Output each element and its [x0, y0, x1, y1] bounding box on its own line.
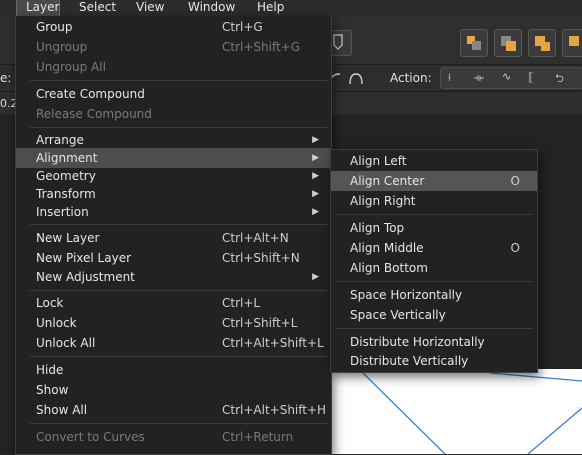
action-label: Action: — [390, 71, 432, 85]
menu-item-new-adjustment[interactable]: New Adjustment ▶ — [16, 267, 331, 287]
order-backward-icon[interactable] — [494, 29, 522, 57]
menu-item-show-all[interactable]: Show All Ctrl+Alt+Shift+H — [16, 400, 331, 420]
reverse-curve-icon[interactable]: ⮌ — [555, 70, 564, 89]
menu-window[interactable]: Window — [188, 0, 235, 16]
chevron-right-icon: ▶ — [312, 272, 319, 282]
submenu-item-align-middle[interactable]: Align Middle O — [331, 238, 537, 258]
menu-view[interactable]: View — [136, 0, 164, 16]
break-curve-icon[interactable]: ⟊ — [448, 71, 451, 85]
menu-item-show[interactable]: Show — [16, 380, 331, 400]
chevron-right-icon: ▶ — [312, 171, 319, 181]
submenu-item-space-vertically[interactable]: Space Vertically — [331, 305, 537, 325]
submenu-item-align-top[interactable]: Align Top — [331, 218, 537, 238]
menu-item-release-compound[interactable]: Release Compound — [16, 104, 331, 124]
menu-separator — [335, 214, 533, 215]
menu-separator — [335, 281, 533, 282]
canvas-shape[interactable] — [330, 369, 582, 454]
menu-item-insertion[interactable]: Insertion ▶ — [16, 202, 331, 222]
layer-menu: Group Ctrl+G Ungroup Ctrl+Shift+G Ungrou… — [15, 16, 332, 455]
context-cut-label: e: — [0, 71, 12, 85]
order-front-icon[interactable] — [562, 29, 582, 57]
submenu-item-distribute-horizontally[interactable]: Distribute Horizontally — [331, 332, 537, 352]
submenu-item-align-bottom[interactable]: Align Bottom — [331, 258, 537, 278]
close-curve-icon[interactable]: ⟛ — [474, 71, 484, 85]
submenu-item-align-center[interactable]: Align Center O — [331, 171, 537, 191]
menu-item-new-pixel-layer[interactable]: New Pixel Layer Ctrl+Shift+N — [16, 248, 331, 268]
menu-item-group[interactable]: Group Ctrl+G — [16, 17, 331, 37]
menu-item-unlock[interactable]: Unlock Ctrl+Shift+L — [16, 313, 331, 333]
menu-item-ungroup-all[interactable]: Ungroup All — [16, 57, 331, 77]
menu-item-create-compound[interactable]: Create Compound — [16, 84, 331, 104]
alignment-submenu: Align Left Align Center O Align Right Al… — [330, 149, 538, 373]
action-buttons: ⟊ ⟛ ∿ ⟦ ⮌ — [440, 67, 582, 89]
menu-separator — [30, 80, 327, 81]
join-curve-icon[interactable]: ⟦ — [528, 71, 533, 84]
order-forward-icon[interactable] — [528, 29, 556, 57]
menu-item-hide[interactable]: Hide — [16, 360, 331, 380]
menu-bar: Layer Select View Window Help — [0, 0, 582, 16]
menu-item-lock[interactable]: Lock Ctrl+L — [16, 293, 331, 313]
menu-item-transform[interactable]: Transform ▶ — [16, 184, 331, 204]
menu-separator — [30, 290, 327, 291]
chevron-right-icon: ▶ — [312, 207, 319, 217]
chevron-right-icon: ▶ — [312, 189, 319, 199]
document-canvas[interactable] — [330, 369, 582, 454]
menu-separator — [30, 127, 327, 128]
smooth-curve-icon[interactable]: ∿ — [502, 70, 511, 83]
order-back-icon[interactable] — [460, 29, 488, 57]
menu-item-arrange[interactable]: Arrange ▶ — [16, 130, 331, 150]
submenu-item-space-horizontally[interactable]: Space Horizontally — [331, 285, 537, 305]
submenu-item-align-right[interactable]: Align Right — [331, 191, 537, 211]
menu-item-geometry[interactable]: Geometry ▶ — [16, 166, 331, 186]
menu-layer[interactable]: Layer — [16, 0, 60, 16]
menu-item-unlock-all[interactable]: Unlock All Ctrl+Alt+Shift+L — [16, 333, 331, 353]
pen-icon[interactable] — [330, 33, 346, 51]
chevron-right-icon: ▶ — [312, 153, 319, 163]
smooth-corner-icon[interactable] — [326, 70, 366, 86]
menu-item-ungroup[interactable]: Ungroup Ctrl+Shift+G — [16, 37, 331, 57]
menu-separator — [30, 224, 327, 225]
menu-help[interactable]: Help — [257, 0, 284, 16]
menu-item-convert-to-curves[interactable]: Convert to Curves Ctrl+Return — [16, 427, 331, 447]
menu-separator — [30, 356, 327, 357]
menu-select[interactable]: Select — [79, 0, 116, 16]
menu-separator — [30, 423, 327, 424]
arrange-button-group — [458, 27, 582, 57]
menu-separator — [335, 328, 533, 329]
submenu-item-align-left[interactable]: Align Left — [331, 151, 537, 171]
submenu-item-distribute-vertically[interactable]: Distribute Vertically — [331, 351, 537, 371]
chevron-right-icon: ▶ — [312, 135, 319, 145]
menu-item-alignment[interactable]: Alignment ▶ — [16, 148, 331, 168]
menu-item-new-layer[interactable]: New Layer Ctrl+Alt+N — [16, 228, 331, 248]
